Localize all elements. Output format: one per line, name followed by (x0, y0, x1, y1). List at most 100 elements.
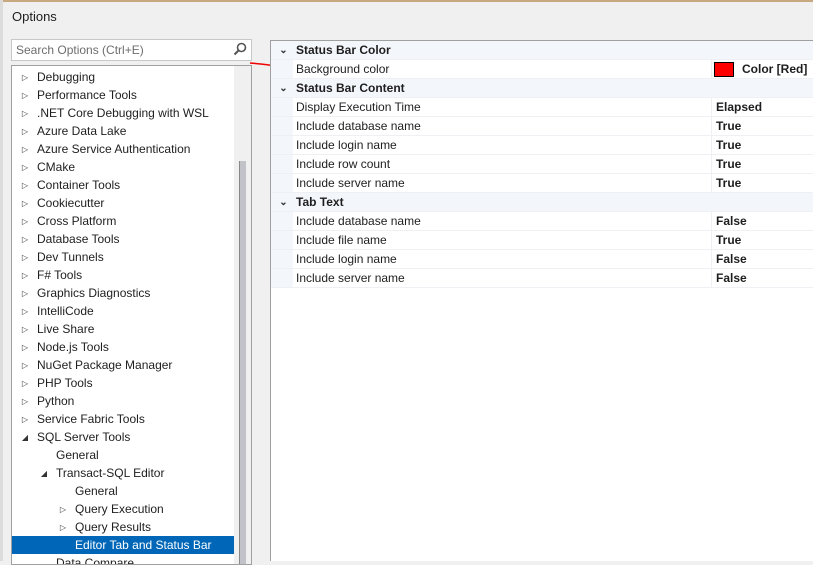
tree-item-label: Dev Tunnels (37, 250, 104, 264)
tree-item[interactable]: ▷ Cross Platform (12, 212, 234, 230)
property-row[interactable]: Include server name True (271, 173, 813, 193)
expand-arrow-icon[interactable]: ▷ (18, 361, 32, 370)
tree-item[interactable]: ▷ Dev Tunnels (12, 248, 234, 266)
expand-arrow-icon[interactable]: ▷ (18, 325, 32, 334)
property-category[interactable]: ⌄ Status Bar Content (271, 79, 813, 98)
expand-arrow-icon[interactable]: ▷ (18, 109, 32, 118)
property-value[interactable]: True (711, 154, 813, 174)
tree-item[interactable]: ▷ Performance Tools (12, 86, 234, 104)
tree-item-label: Cookiecutter (37, 196, 105, 210)
tree-item[interactable]: ▷ IntelliCode (12, 302, 234, 320)
tree-item[interactable]: ▷ Container Tools (12, 176, 234, 194)
tree-item[interactable]: General (12, 482, 234, 500)
chevron-down-icon[interactable]: ⌄ (271, 83, 296, 94)
expand-arrow-icon[interactable]: ▷ (18, 253, 32, 262)
tree-item-label: Editor Tab and Status Bar (75, 538, 212, 552)
property-value[interactable]: Elapsed (711, 97, 813, 117)
property-row[interactable]: Include database name True (271, 116, 813, 136)
tree-item[interactable]: ▷ Database Tools (12, 230, 234, 248)
property-value[interactable]: True (711, 173, 813, 193)
property-value-text: Color [Red] (742, 62, 808, 76)
expand-arrow-icon[interactable]: ▷ (18, 73, 32, 82)
tree-item-label: Query Execution (75, 502, 164, 516)
tree-item[interactable]: ▷ CMake (12, 158, 234, 176)
chevron-down-icon[interactable]: ⌄ (271, 197, 296, 208)
tree-item[interactable]: ▷ NuGet Package Manager (12, 356, 234, 374)
tree-item[interactable]: ▷ .NET Core Debugging with WSL (12, 104, 234, 122)
property-value[interactable]: True (711, 135, 813, 155)
expand-arrow-icon[interactable]: ▷ (18, 199, 32, 208)
tree-item[interactable]: ▷ Cookiecutter (12, 194, 234, 212)
tree-item[interactable]: ▷ Query Execution (12, 500, 234, 518)
search-input[interactable]: Search Options (Ctrl+E) (11, 39, 252, 61)
property-row[interactable]: Include login name True (271, 135, 813, 155)
property-value[interactable]: False (711, 249, 813, 269)
property-row[interactable]: Include file name True (271, 230, 813, 250)
expand-arrow-icon[interactable]: ▷ (18, 163, 32, 172)
property-row[interactable]: Include row count True (271, 154, 813, 174)
options-tree[interactable]: ▷ Debugging ▷ Performance Tools ▷ .NET Core D… (11, 65, 252, 565)
tree-item[interactable]: Editor Tab and Status Bar (12, 536, 234, 554)
tree-item[interactable]: Data Compare (12, 554, 234, 564)
tree-scrollbar[interactable] (234, 66, 251, 564)
expand-arrow-icon[interactable]: ▷ (56, 505, 70, 514)
expand-arrow-icon[interactable]: ▷ (56, 523, 70, 532)
tree-item[interactable]: ◢ SQL Server Tools (12, 428, 234, 446)
expand-arrow-icon[interactable]: ▷ (18, 217, 32, 226)
tree-item-label: General (75, 484, 118, 498)
expand-arrow-icon[interactable]: ▷ (18, 343, 32, 352)
tree-item[interactable]: ▷ Azure Service Authentication (12, 140, 234, 158)
tree-item-label: IntelliCode (37, 304, 94, 318)
tree-item[interactable]: ▷ PHP Tools (12, 374, 234, 392)
property-value[interactable]: True (711, 230, 813, 250)
expand-arrow-icon[interactable]: ▷ (18, 91, 32, 100)
property-category[interactable]: ⌄ Tab Text (271, 193, 813, 212)
property-row[interactable]: Include login name False (271, 249, 813, 269)
search-icon[interactable] (233, 42, 247, 59)
property-grid[interactable]: ⌄ Status Bar Color Background color Color [… (270, 40, 813, 561)
property-value-text: False (716, 271, 747, 285)
expand-arrow-icon[interactable]: ▷ (18, 289, 32, 298)
expand-arrow-icon[interactable]: ▷ (18, 379, 32, 388)
property-name: Include server name (296, 271, 405, 285)
tree-item[interactable]: ▷ Python (12, 392, 234, 410)
property-value[interactable]: Color [Red] (711, 59, 813, 79)
expand-arrow-icon[interactable]: ▷ (18, 307, 32, 316)
tree-item[interactable]: ▷ Service Fabric Tools (12, 410, 234, 428)
window-title: Options (12, 9, 57, 24)
tree-item[interactable]: ▷ Query Results (12, 518, 234, 536)
expand-arrow-icon[interactable]: ▷ (18, 235, 32, 244)
tree-item[interactable]: ▷ Node.js Tools (12, 338, 234, 356)
property-row[interactable]: Include server name False (271, 268, 813, 288)
expand-arrow-icon[interactable]: ▷ (18, 145, 32, 154)
tree-item[interactable]: ▷ Graphics Diagnostics (12, 284, 234, 302)
chevron-down-icon[interactable]: ⌄ (271, 45, 296, 56)
collapse-arrow-icon[interactable]: ◢ (37, 469, 51, 478)
expand-arrow-icon[interactable]: ▷ (18, 415, 32, 424)
tree-item-label: Node.js Tools (37, 340, 109, 354)
tree-item-label: Debugging (37, 70, 96, 84)
tree-item[interactable]: ▷ Azure Data Lake (12, 122, 234, 140)
scrollbar-thumb[interactable] (239, 161, 246, 564)
expand-arrow-icon[interactable]: ▷ (18, 127, 32, 136)
expand-arrow-icon[interactable]: ▷ (18, 271, 32, 280)
property-row[interactable]: Background color Color [Red] (271, 59, 813, 79)
expand-arrow-icon[interactable]: ▷ (18, 397, 32, 406)
tree-item[interactable]: ▷ F# Tools (12, 266, 234, 284)
tree-item-label: Cross Platform (37, 214, 117, 228)
property-value[interactable]: True (711, 116, 813, 136)
property-category[interactable]: ⌄ Status Bar Color (271, 41, 813, 60)
property-row[interactable]: Display Execution Time Elapsed (271, 97, 813, 117)
expand-arrow-icon[interactable]: ▷ (18, 181, 32, 190)
collapse-arrow-icon[interactable]: ◢ (18, 433, 32, 442)
tree-item[interactable]: General (12, 446, 234, 464)
property-value[interactable]: False (711, 268, 813, 288)
tree-item[interactable]: ▷ Live Share (12, 320, 234, 338)
property-value-text: Elapsed (716, 100, 763, 114)
category-label: Status Bar Color (296, 43, 391, 57)
tree-item-label: Azure Service Authentication (37, 142, 191, 156)
property-row[interactable]: Include database name False (271, 211, 813, 231)
tree-item[interactable]: ◢ Transact-SQL Editor (12, 464, 234, 482)
tree-item[interactable]: ▷ Debugging (12, 68, 234, 86)
property-value[interactable]: False (711, 211, 813, 231)
